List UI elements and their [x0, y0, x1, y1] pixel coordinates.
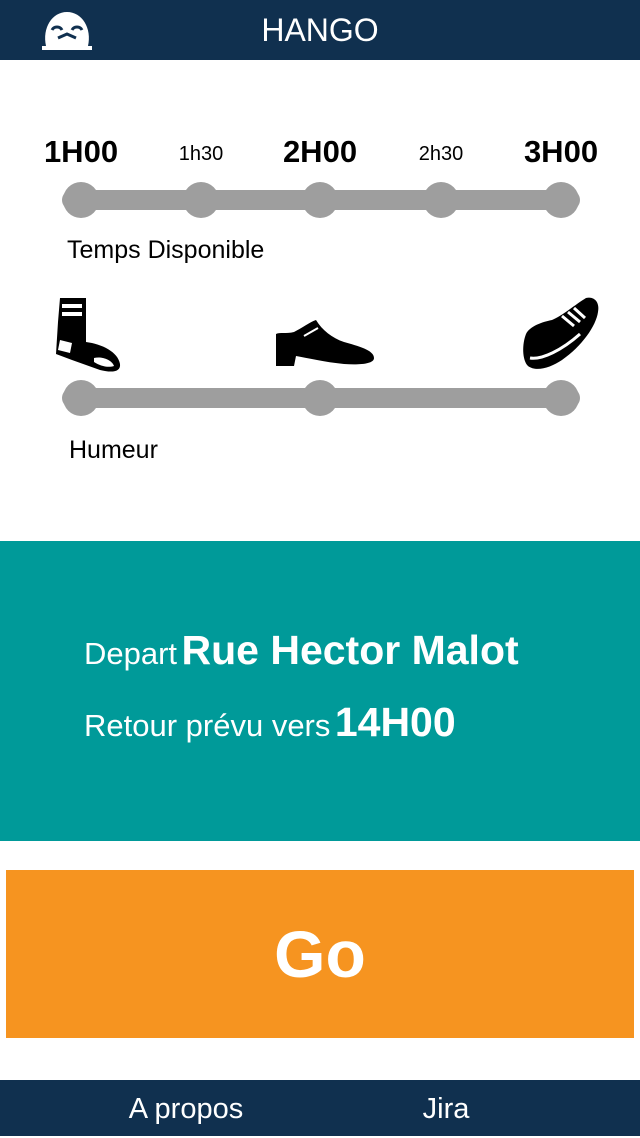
- mood-slider-stop[interactable]: [543, 380, 579, 416]
- time-slider-stop[interactable]: [302, 182, 338, 218]
- return-line: Retour prévu vers 14H00: [84, 699, 456, 746]
- tick-label: 2H00: [282, 134, 358, 169]
- time-slider-label: Temps Disponible: [67, 236, 265, 264]
- time-slider-stop[interactable]: [423, 182, 459, 218]
- app-title: HANGO: [261, 12, 379, 48]
- about-link[interactable]: A propos: [129, 1080, 243, 1138]
- app-header: HANGO: [0, 0, 640, 60]
- go-button[interactable]: Go: [6, 870, 634, 1038]
- footer-nav: A propos Jira: [0, 1080, 640, 1136]
- return-prefix: Retour prévu vers: [84, 708, 331, 743]
- depart-line: Depart Rue Hector Malot: [84, 627, 519, 674]
- sneaker-icon[interactable]: [522, 296, 600, 372]
- depart-street: Rue Hector Malot: [181, 627, 519, 673]
- tick-label: 1h30: [178, 143, 224, 165]
- tick-label: 1H00: [43, 134, 119, 169]
- depart-prefix: Depart: [84, 636, 178, 671]
- sock-icon[interactable]: [52, 296, 124, 374]
- mood-slider-stop[interactable]: [302, 380, 338, 416]
- route-info-panel: Depart Rue Hector Malot Retour prévu ver…: [0, 541, 640, 841]
- return-time: 14H00: [334, 699, 456, 745]
- dress-shoe-icon[interactable]: [274, 316, 376, 368]
- tick-label: 3H00: [523, 134, 599, 169]
- jira-link[interactable]: Jira: [423, 1080, 470, 1138]
- time-slider-stop[interactable]: [183, 182, 219, 218]
- mood-slider-label: Humeur: [69, 436, 158, 464]
- mood-slider-stop[interactable]: [63, 380, 99, 416]
- time-slider-stop[interactable]: [63, 182, 99, 218]
- tick-label: 2h30: [418, 143, 464, 165]
- time-slider-stop[interactable]: [543, 182, 579, 218]
